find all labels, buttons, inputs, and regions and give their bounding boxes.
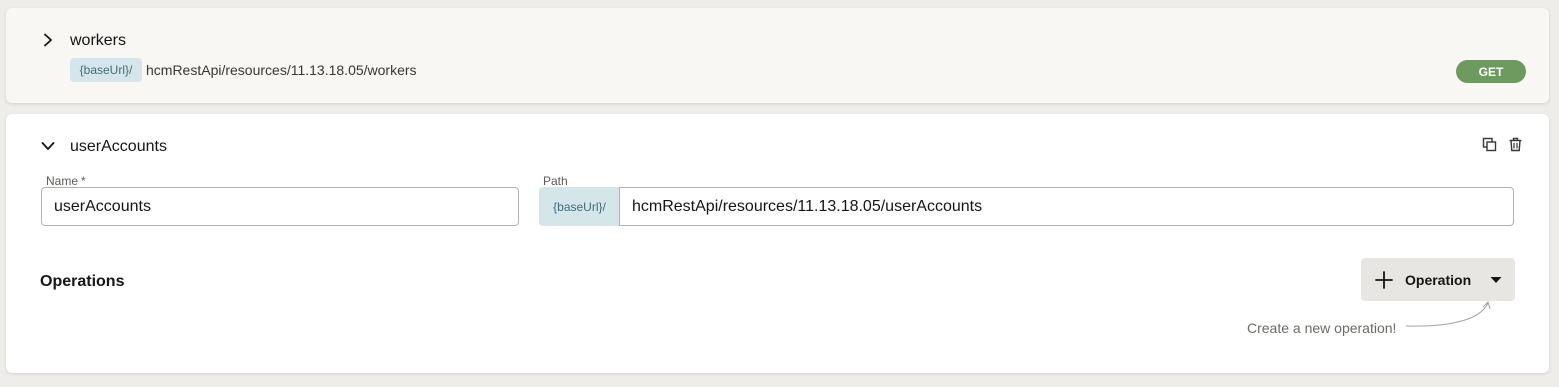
resource-name: userAccounts (70, 138, 167, 155)
name-field-label: Name * (46, 174, 86, 188)
resource-card-workers: workers {baseUrl}/ hcmRestApi/resources/… (6, 8, 1549, 103)
path-input[interactable] (619, 187, 1514, 226)
operations-heading: Operations (40, 273, 125, 290)
name-label-text: Name (46, 174, 79, 188)
resource-card-user-accounts: userAccounts Name* Path {baseUrl}/ Opera… (6, 114, 1549, 373)
chevron-right-icon[interactable] (39, 31, 57, 49)
base-url-chip: {baseUrl}/ (539, 187, 620, 226)
base-url-chip: {baseUrl}/ (70, 58, 142, 82)
resource-name: workers (70, 32, 127, 49)
path-field-label: Path (543, 174, 568, 188)
name-input[interactable] (41, 187, 519, 226)
resource-path: hcmRestApi/resources/11.13.18.05/workers (146, 62, 417, 78)
hint-arrow-icon (1405, 301, 1491, 327)
add-operation-button[interactable]: Operation (1361, 258, 1515, 301)
trash-icon[interactable] (1506, 135, 1524, 153)
plus-icon (1373, 269, 1395, 291)
copy-icon[interactable] (1480, 135, 1498, 153)
caret-down-icon[interactable] (1489, 273, 1503, 287)
method-badge-get[interactable]: GET (1456, 60, 1526, 83)
add-operation-hint: Create a new operation! (1247, 320, 1397, 336)
chevron-down-icon[interactable] (39, 137, 57, 155)
add-operation-label: Operation (1405, 271, 1472, 288)
required-marker: * (81, 174, 86, 188)
